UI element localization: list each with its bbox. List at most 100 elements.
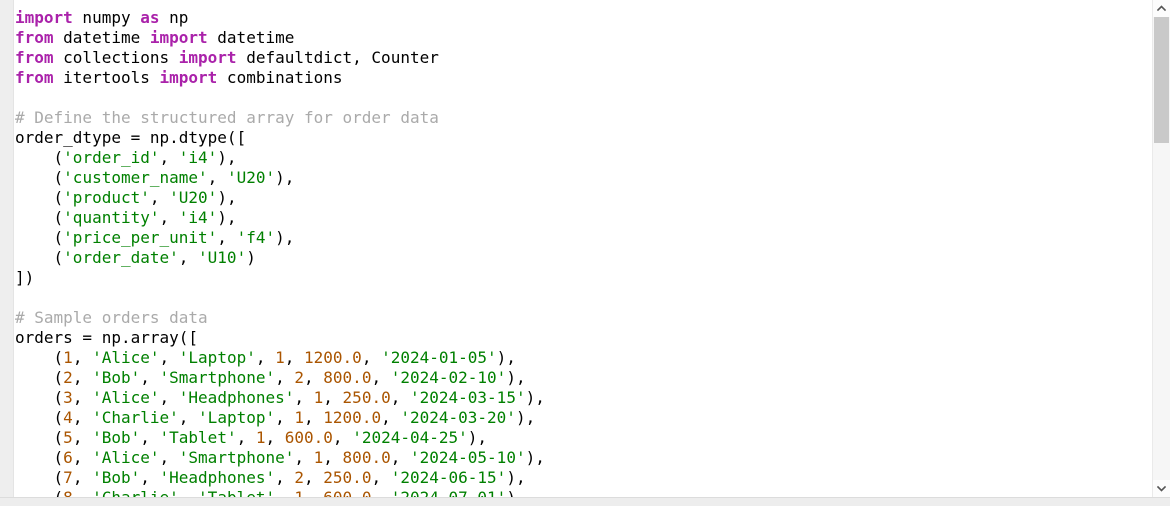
code-token-pln: , <box>275 488 294 497</box>
code-token-com: # Sample orders data <box>15 308 208 327</box>
code-token-pln: numpy <box>72 8 141 27</box>
code-line: (6, 'Alice', 'Smartphone', 1, 800.0, '20… <box>14 448 1151 468</box>
code-token-pln: ), <box>275 168 295 187</box>
code-token-num: 800.0 <box>323 368 372 387</box>
code-token-str: 'Smartphone' <box>159 368 276 387</box>
code-token-pln: , <box>390 388 410 407</box>
code-token-num: 3 <box>63 388 73 407</box>
code-token-pln: ( <box>15 248 64 267</box>
code-viewer-window: import numpy as np from datetime import d… <box>0 0 1170 506</box>
code-token-str: 'customer_name' <box>63 168 208 187</box>
code-token-pln: ), <box>525 448 545 467</box>
code-line: (5, 'Bob', 'Tablet', 1, 600.0, '2024-04-… <box>14 428 1151 448</box>
code-token-pln: , <box>323 448 343 467</box>
code-token-pln: ( <box>15 148 64 167</box>
code-token-kw: import <box>159 68 218 87</box>
code-token-pln: ( <box>15 448 64 467</box>
code-token-num: 6 <box>63 448 73 467</box>
code-line: ('product', 'U20'), <box>14 188 1151 208</box>
code-token-str: 'Alice' <box>92 348 160 367</box>
code-token-pln: , <box>275 408 295 427</box>
scrollbar-track[interactable] <box>1153 17 1170 480</box>
code-token-pln: orders = np.array([ <box>15 328 199 347</box>
code-line: (2, 'Bob', 'Smartphone', 2, 800.0, '2024… <box>14 368 1151 388</box>
code-token-num: 1 <box>313 448 324 467</box>
code-token-pln: ( <box>15 228 64 247</box>
code-token-num: 1200.0 <box>323 408 382 427</box>
code-token-pln: order_dtype = np.dtype([ <box>15 128 247 147</box>
code-token-pln: ), <box>217 188 237 207</box>
code-line: order_dtype = np.dtype([ <box>14 128 1151 148</box>
code-token-str: 'product' <box>63 188 150 207</box>
code-token-pln: , <box>72 448 93 467</box>
code-token-pln: itertools <box>53 68 160 87</box>
code-token-str: 'U10' <box>198 248 247 267</box>
code-token-num: 2 <box>294 368 305 387</box>
code-token-pln: , <box>179 488 198 497</box>
code-editor-surface[interactable]: import numpy as np from datetime import d… <box>14 0 1151 497</box>
code-token-pln: ( <box>15 168 64 187</box>
code-token-pln: datetime <box>53 28 150 47</box>
code-token-str: 'f4' <box>236 228 276 247</box>
code-token-num: 1 <box>63 348 73 367</box>
code-token-kw: from <box>15 28 54 47</box>
scroll-down-arrow-button[interactable] <box>1153 480 1170 497</box>
code-token-pln: , <box>159 148 179 167</box>
code-token-str: '2024-05-10' <box>409 448 526 467</box>
code-token-pln: np <box>159 8 189 27</box>
code-token-str: 'Alice' <box>92 448 160 467</box>
scroll-up-arrow-button[interactable] <box>1153 0 1170 17</box>
scrollbar-thumb[interactable] <box>1154 17 1169 143</box>
code-token-pln: ), <box>506 368 526 387</box>
code-token-pln: ]) <box>15 268 35 287</box>
code-token-pln: ) <box>506 488 516 497</box>
code-token-pln: ) <box>246 248 256 267</box>
code-token-pln: combinations <box>217 68 343 87</box>
code-token-pln: , <box>159 208 179 227</box>
code-token-num: 1 <box>313 388 324 407</box>
code-token-pln: , <box>217 228 237 247</box>
code-token-pln: ( <box>15 428 64 447</box>
code-token-str: '2024-03-20' <box>400 408 516 427</box>
vertical-scrollbar[interactable] <box>1152 0 1170 497</box>
code-token-pln: ( <box>15 348 64 367</box>
code-token-num: 1 <box>294 488 304 497</box>
code-token-str: '2024-02-10' <box>390 368 507 387</box>
code-token-num: 250.0 <box>323 468 372 487</box>
code-token-pln: , <box>72 388 93 407</box>
code-token-pln: , <box>72 368 93 387</box>
code-token-str: 'Charlie' <box>92 408 179 427</box>
code-token-pln: ( <box>15 488 64 497</box>
code-token-pln: , <box>149 188 170 207</box>
code-line: import numpy as np <box>14 8 1151 28</box>
editor-gutter <box>0 0 14 497</box>
code-token-str: '2024-04-25' <box>352 428 468 447</box>
code-line: ('customer_name', 'U20'), <box>14 168 1151 188</box>
code-token-str: 'Laptop' <box>198 408 276 427</box>
code-line: ('quantity', 'i4'), <box>14 208 1151 228</box>
code-token-pln: ), <box>275 228 295 247</box>
code-token-pln: ), <box>217 208 237 227</box>
code-token-str: 'Bob' <box>92 468 141 487</box>
code-token-kw: from <box>15 48 54 67</box>
code-token-pln: , <box>140 468 160 487</box>
code-token-str: 'quantity' <box>63 208 160 227</box>
code-token-pln: , <box>294 448 314 467</box>
code-content[interactable]: import numpy as np from datetime import d… <box>14 8 1151 497</box>
code-token-str: 'U20' <box>169 188 218 207</box>
code-token-pln: ( <box>15 388 64 407</box>
code-token-pln: ), <box>496 348 516 367</box>
code-line: ('price_per_unit', 'f4'), <box>14 228 1151 248</box>
code-token-pln: , <box>323 388 343 407</box>
code-token-pln: ), <box>467 428 488 447</box>
code-line: ]) <box>14 268 1151 288</box>
code-token-pln: , <box>140 428 160 447</box>
code-token-pln: , <box>371 468 391 487</box>
code-token-num: 1200.0 <box>304 348 362 367</box>
code-token-str: '2024-06-15' <box>390 468 507 487</box>
code-token-str: '2024-03-15' <box>409 388 526 407</box>
code-token-pln: , <box>255 348 276 367</box>
code-token-str: '2024-01-05' <box>381 348 497 367</box>
code-token-str: 'Bob' <box>92 368 141 387</box>
code-token-pln: collections <box>53 48 179 67</box>
